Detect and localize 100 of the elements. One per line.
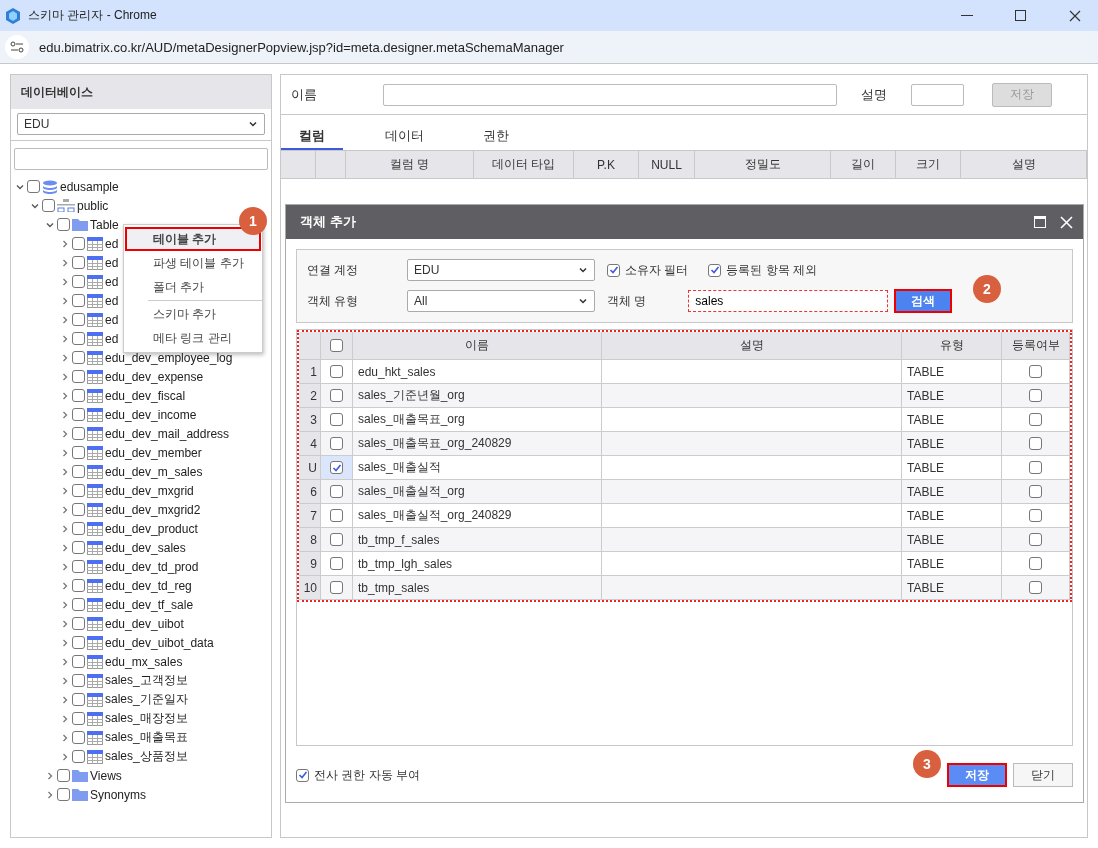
tree-item-label[interactable]: sales_매출목표 xyxy=(105,729,188,746)
tree-item-label[interactable]: ed xyxy=(105,255,119,270)
tree-item-label[interactable]: edu_dev_member xyxy=(105,445,202,460)
checkbox[interactable] xyxy=(72,731,85,744)
caret-icon[interactable] xyxy=(60,333,70,344)
sliders-icon[interactable] xyxy=(10,41,24,53)
row-checkbox[interactable] xyxy=(330,365,343,378)
tree-item-label[interactable]: ed xyxy=(105,312,119,327)
registered-checkbox[interactable] xyxy=(1029,509,1042,522)
checkbox[interactable] xyxy=(72,370,85,383)
tree-item-label[interactable]: edu_dev_m_sales xyxy=(105,464,203,479)
checkbox[interactable] xyxy=(72,275,85,288)
checkbox[interactable] xyxy=(72,313,85,326)
checkbox[interactable] xyxy=(72,503,85,516)
name-field[interactable] xyxy=(383,83,837,106)
tree-item-label[interactable]: sales_상품정보 xyxy=(105,748,188,765)
checkbox[interactable] xyxy=(72,674,85,687)
checkbox[interactable] xyxy=(72,389,85,402)
caret-icon[interactable] xyxy=(60,409,70,420)
registered-checkbox[interactable] xyxy=(1029,365,1042,378)
checkbox[interactable] xyxy=(72,750,85,763)
row-checkbox[interactable] xyxy=(330,581,343,594)
caret-icon[interactable] xyxy=(45,770,55,781)
checkbox[interactable] xyxy=(72,351,85,364)
checkbox[interactable] xyxy=(72,446,85,459)
menu-item[interactable]: 테이블 추가 xyxy=(125,227,261,251)
tree-item-label[interactable]: edu_dev_mxgrid2 xyxy=(105,502,201,517)
checkbox[interactable] xyxy=(72,484,85,497)
caret-icon[interactable] xyxy=(60,466,70,477)
tree-item-label[interactable]: ed xyxy=(105,274,119,289)
caret-icon[interactable] xyxy=(60,485,70,496)
registered-checkbox[interactable] xyxy=(1029,533,1042,546)
checkbox[interactable] xyxy=(296,768,309,782)
site-settings-button[interactable] xyxy=(5,35,29,59)
caret-icon[interactable] xyxy=(60,257,70,268)
caret-icon[interactable] xyxy=(60,352,70,363)
caret-icon[interactable] xyxy=(60,371,70,382)
checkbox[interactable] xyxy=(72,712,85,725)
caret-icon[interactable] xyxy=(60,599,70,610)
checkbox[interactable] xyxy=(72,579,85,592)
menu-item[interactable]: 스키마 추가 xyxy=(125,302,261,326)
menu-item[interactable]: 메타 링크 관리 xyxy=(125,326,261,350)
registered-checkbox[interactable] xyxy=(1029,437,1042,450)
caret-icon[interactable] xyxy=(60,580,70,591)
caret-icon[interactable] xyxy=(60,637,70,648)
tree-item-label[interactable]: edusample xyxy=(60,179,119,194)
close-icon[interactable] xyxy=(1069,9,1081,22)
caret-icon[interactable] xyxy=(60,732,70,743)
checkbox[interactable] xyxy=(72,560,85,573)
checkbox[interactable] xyxy=(72,655,85,668)
row-checkbox[interactable] xyxy=(330,533,343,546)
tree-item-label[interactable]: edu_dev_td_reg xyxy=(105,578,192,593)
checkbox[interactable] xyxy=(72,465,85,478)
tree-item-label[interactable]: ed xyxy=(105,331,119,346)
registered-checkbox[interactable] xyxy=(1029,485,1042,498)
search-field[interactable] xyxy=(14,148,268,170)
menu-item[interactable]: 폴더 추가 xyxy=(125,275,261,299)
row-checkbox[interactable] xyxy=(330,557,343,570)
type-select[interactable]: All xyxy=(407,290,595,312)
caret-icon[interactable] xyxy=(60,713,70,724)
caret-icon[interactable] xyxy=(60,428,70,439)
caret-icon[interactable] xyxy=(60,561,70,572)
close-button[interactable] xyxy=(1060,215,1073,229)
search-button[interactable]: 검색 xyxy=(894,289,953,313)
tree-item-label[interactable]: edu_dev_uibot xyxy=(105,616,184,631)
checkbox[interactable] xyxy=(72,541,85,554)
checkbox[interactable] xyxy=(72,427,85,440)
checkbox[interactable] xyxy=(42,199,55,212)
maximize-icon[interactable] xyxy=(1015,9,1027,22)
checkbox[interactable] xyxy=(57,218,70,231)
checkbox[interactable] xyxy=(72,256,85,269)
row-checkbox[interactable] xyxy=(330,413,343,426)
connection-select[interactable]: EDU xyxy=(407,259,595,281)
checkbox[interactable] xyxy=(708,263,722,277)
tree-item-label[interactable]: ed xyxy=(105,293,119,308)
checkbox[interactable] xyxy=(607,263,620,277)
tree-item-label[interactable]: edu_dev_sales xyxy=(105,540,186,555)
caret-icon[interactable] xyxy=(60,618,70,629)
registered-checkbox[interactable] xyxy=(1029,461,1042,474)
tree-item-label[interactable]: edu_dev_income xyxy=(105,407,197,422)
caret-icon[interactable] xyxy=(60,390,70,401)
tree-item-label[interactable]: edu_dev_employee_log xyxy=(105,350,233,365)
checkbox[interactable] xyxy=(57,788,70,801)
tree-item-label[interactable]: edu_dev_td_prod xyxy=(105,559,199,574)
caret-icon[interactable] xyxy=(60,447,70,458)
caret-icon[interactable] xyxy=(60,751,70,762)
tree-item-label[interactable]: edu_dev_product xyxy=(105,521,198,536)
tree-item-label[interactable]: public xyxy=(77,198,109,213)
row-checkbox[interactable] xyxy=(330,509,343,522)
close-dialog-button[interactable]: 닫기 xyxy=(1013,763,1073,787)
checkbox[interactable] xyxy=(72,294,85,307)
tree-item-label[interactable]: edu_dev_mxgrid xyxy=(105,483,194,498)
tree-item-label[interactable]: ed xyxy=(105,236,119,251)
object-name-field[interactable]: sales xyxy=(688,290,889,312)
row-checkbox[interactable] xyxy=(330,437,343,450)
registered-checkbox[interactable] xyxy=(1029,413,1042,426)
caret-icon[interactable] xyxy=(60,314,70,325)
tree-item-label[interactable]: edu_mx_sales xyxy=(105,654,183,669)
tree-item-label[interactable]: Synonyms xyxy=(90,787,147,802)
checkbox[interactable] xyxy=(72,617,85,630)
